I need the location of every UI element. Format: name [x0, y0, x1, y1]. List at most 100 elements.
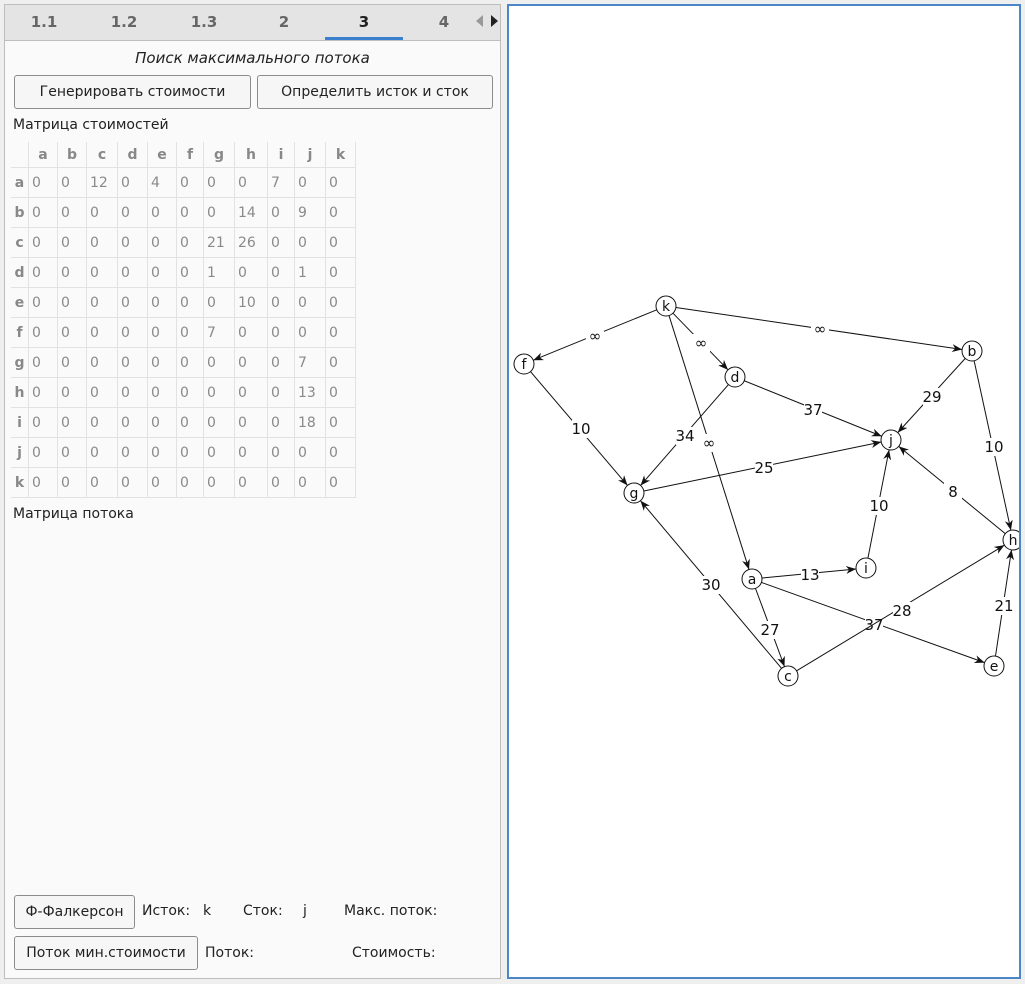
matrix-cell[interactable]: 0 [147, 257, 177, 288]
matrix-cell[interactable]: 0 [294, 167, 326, 198]
matrix-cell[interactable]: 0 [203, 437, 235, 468]
matrix-cell[interactable]: 0 [267, 347, 295, 378]
matrix-cell[interactable]: 0 [117, 467, 148, 498]
matrix-cell[interactable]: 0 [176, 287, 204, 318]
matrix-cell[interactable]: 0 [203, 407, 235, 438]
matrix-cell[interactable]: 0 [117, 287, 148, 318]
matrix-cell[interactable]: 0 [234, 437, 268, 468]
matrix-cell[interactable]: 0 [117, 167, 148, 198]
matrix-cell[interactable]: 0 [325, 317, 356, 348]
matrix-cell[interactable]: 0 [117, 227, 148, 258]
matrix-cell[interactable]: 0 [28, 257, 58, 288]
matrix-cell[interactable]: 0 [176, 197, 204, 228]
matrix-cell[interactable]: 0 [325, 257, 356, 288]
matrix-cell[interactable]: 0 [86, 197, 118, 228]
matrix-cell[interactable]: 0 [86, 227, 118, 258]
matrix-cell[interactable]: 0 [117, 437, 148, 468]
matrix-cell[interactable]: 0 [147, 377, 177, 408]
matrix-cell[interactable]: 0 [86, 257, 118, 288]
matrix-cell[interactable]: 4 [147, 167, 177, 198]
node-f[interactable]: f [513, 353, 535, 375]
matrix-cell[interactable]: 0 [325, 347, 356, 378]
matrix-cell[interactable]: 0 [294, 287, 326, 318]
matrix-cell[interactable]: 0 [267, 407, 295, 438]
matrix-cell[interactable]: 0 [117, 317, 148, 348]
graph-canvas[interactable]: ∞ ∞ ∞ ∞ 10 34 37 29 10 25 8 10 13 27 37 30 28 21 k f d b j g a i… [509, 6, 1019, 977]
matrix-cell[interactable]: 7 [203, 317, 235, 348]
node-h[interactable]: h [1002, 529, 1019, 551]
tab-1-2[interactable]: 1.2 [85, 5, 163, 40]
node-d[interactable]: d [724, 366, 746, 388]
matrix-cell[interactable]: 0 [267, 377, 295, 408]
matrix-cell[interactable]: 0 [294, 317, 326, 348]
matrix-cell[interactable]: 0 [176, 257, 204, 288]
matrix-cell[interactable]: 0 [234, 317, 268, 348]
matrix-cell[interactable]: 0 [203, 197, 235, 228]
matrix-cell[interactable]: 7 [267, 167, 295, 198]
matrix-cell[interactable]: 0 [267, 197, 295, 228]
matrix-cell[interactable]: 0 [28, 377, 58, 408]
matrix-cell[interactable]: 0 [203, 377, 235, 408]
matrix-cell[interactable]: 0 [325, 437, 356, 468]
matrix-cell[interactable]: 0 [267, 257, 295, 288]
matrix-cell[interactable]: 0 [203, 347, 235, 378]
matrix-cell[interactable]: 0 [267, 317, 295, 348]
node-g[interactable]: g [623, 482, 645, 504]
min-cost-flow-button[interactable]: Поток мин.стоимости [14, 936, 198, 970]
matrix-cell[interactable]: 0 [176, 317, 204, 348]
matrix-cell[interactable]: 0 [117, 347, 148, 378]
matrix-cell[interactable]: 0 [28, 437, 58, 468]
tab-2[interactable]: 2 [245, 5, 323, 40]
matrix-cell[interactable]: 0 [57, 257, 87, 288]
determine-source-sink-button[interactable]: Определить исток и сток [257, 75, 493, 109]
node-k[interactable]: k [655, 295, 677, 317]
matrix-cell[interactable]: 0 [28, 167, 58, 198]
matrix-cell[interactable]: 0 [325, 467, 356, 498]
matrix-cell[interactable]: 0 [147, 227, 177, 258]
matrix-cell[interactable]: 0 [57, 227, 87, 258]
matrix-cell[interactable]: 0 [117, 407, 148, 438]
matrix-cell[interactable]: 0 [147, 467, 177, 498]
matrix-cell[interactable]: 0 [28, 227, 58, 258]
matrix-cell[interactable]: 0 [57, 287, 87, 318]
matrix-cell[interactable]: 0 [325, 197, 356, 228]
matrix-cell[interactable]: 0 [234, 257, 268, 288]
generate-costs-button[interactable]: Генерировать стоимости [14, 75, 251, 109]
node-i[interactable]: i [855, 557, 877, 579]
matrix-cell[interactable]: 0 [325, 407, 356, 438]
node-c[interactable]: c [777, 665, 799, 687]
node-a[interactable]: a [741, 568, 763, 590]
matrix-cell[interactable]: 0 [147, 287, 177, 318]
matrix-cell[interactable]: 0 [176, 347, 204, 378]
matrix-cell[interactable]: 0 [86, 347, 118, 378]
matrix-cell[interactable]: 0 [86, 287, 118, 318]
matrix-cell[interactable]: 0 [234, 347, 268, 378]
matrix-cell[interactable]: 0 [203, 287, 235, 318]
matrix-cell[interactable]: 0 [57, 347, 87, 378]
matrix-cell[interactable]: 0 [294, 437, 326, 468]
tab-4[interactable]: 4 [405, 5, 483, 40]
node-b[interactable]: b [961, 340, 983, 362]
matrix-cell[interactable]: 0 [325, 287, 356, 318]
matrix-cell[interactable]: 0 [267, 437, 295, 468]
matrix-cell[interactable]: 0 [57, 407, 87, 438]
matrix-cell[interactable]: 0 [267, 227, 295, 258]
matrix-cell[interactable]: 0 [147, 347, 177, 378]
matrix-cell[interactable]: 0 [176, 407, 204, 438]
matrix-cell[interactable]: 0 [57, 437, 87, 468]
matrix-cell[interactable]: 0 [57, 167, 87, 198]
matrix-cell[interactable]: 0 [267, 287, 295, 318]
graph-panel[interactable]: ∞ ∞ ∞ ∞ 10 34 37 29 10 25 8 10 13 27 37 30 28 21 k f d b j g a i… [507, 4, 1021, 979]
matrix-cell[interactable]: 0 [147, 197, 177, 228]
matrix-cell[interactable]: 21 [203, 227, 235, 258]
matrix-cell[interactable]: 0 [117, 377, 148, 408]
matrix-cell[interactable]: 0 [234, 377, 268, 408]
matrix-cell[interactable]: 0 [325, 377, 356, 408]
matrix-cell[interactable]: 0 [176, 437, 204, 468]
matrix-cell[interactable]: 0 [234, 467, 268, 498]
ford-fulkerson-button[interactable]: Ф-Фалкерсон [14, 895, 135, 929]
matrix-cell[interactable]: 0 [28, 317, 58, 348]
matrix-cell[interactable]: 0 [28, 407, 58, 438]
matrix-cell[interactable]: 0 [117, 257, 148, 288]
matrix-cell[interactable]: 0 [86, 317, 118, 348]
